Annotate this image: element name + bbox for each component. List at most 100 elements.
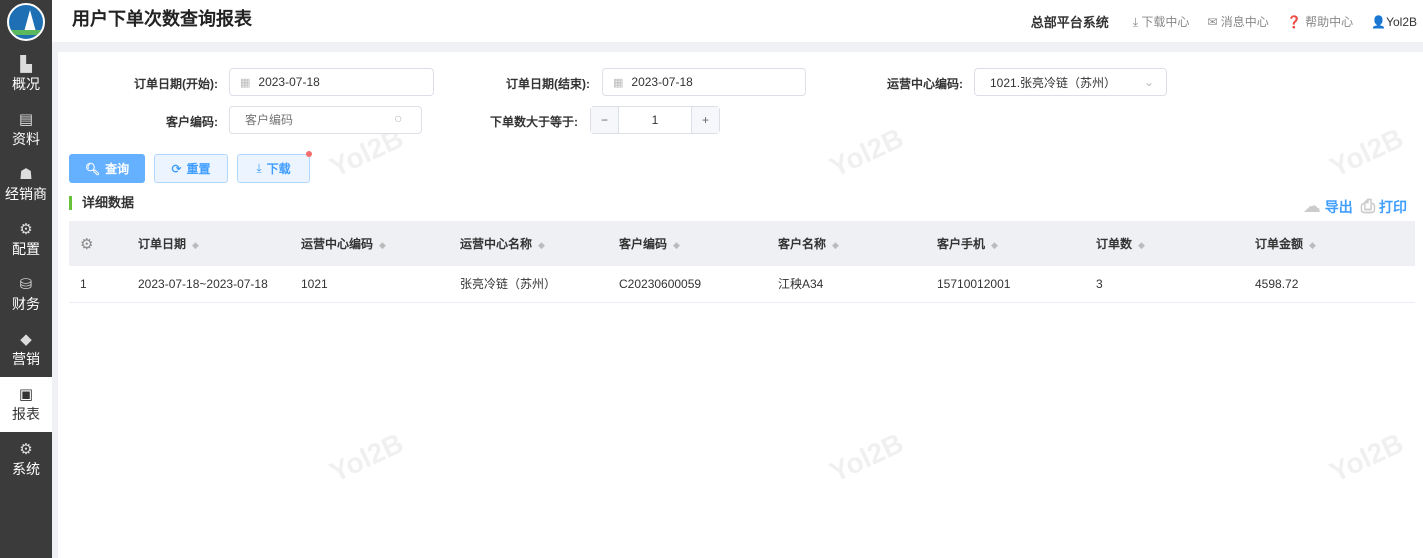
- table-header: ⚙ 订单日期 ◆ 运营中心编码 ◆ 运营中心名称 ◆ 客户编码 ◆ 客户名称 ◆ 客户手机…: [69, 221, 1415, 266]
- nav-label: 财务: [12, 295, 40, 312]
- nav-label: 配置: [12, 240, 40, 257]
- message-center-link[interactable]: ✉ 消息中心: [1207, 13, 1268, 30]
- help-center-link[interactable]: ❓ 帮助中心: [1287, 13, 1353, 30]
- cell-customer-phone: 15710012001: [937, 266, 1096, 303]
- watermark: Yol2B: [824, 427, 909, 488]
- query-button[interactable]: 🔍︎ 查询: [69, 154, 145, 183]
- user-icon: 👤: [1371, 14, 1387, 29]
- sort-icon: ◆: [832, 240, 839, 250]
- help-center-label: 帮助中心: [1305, 15, 1354, 29]
- dealer-icon: ☗: [19, 165, 33, 183]
- sidebar: ▙ 概况 ▤ 资料 ☗ 经销商 ⚙ 配置 ⛁ 财务 ◆ 营销 ▣ 报表 ⚙ 系统: [0, 0, 52, 558]
- column-header[interactable]: 订单数 ◆: [1096, 221, 1255, 266]
- sidebar-item-dealer[interactable]: ☗ 经销商: [0, 157, 52, 212]
- chevron-down-icon: ⌄: [1143, 75, 1154, 89]
- column-header[interactable]: 客户名称 ◆: [778, 221, 937, 266]
- cloud-download-icon: ☁: [1302, 196, 1321, 216]
- building-icon: ▙: [20, 55, 32, 73]
- cell-customer-code: C20230600059: [619, 266, 778, 303]
- column-header[interactable]: 运营中心编码 ◆: [301, 221, 460, 266]
- system-name: 总部平台系统: [1030, 15, 1109, 30]
- cell-order-count: 3: [1096, 266, 1255, 303]
- nav-label: 资料: [12, 130, 40, 147]
- chart-icon: ▣: [18, 385, 34, 403]
- nav-label: 营销: [12, 350, 40, 367]
- start-date-input[interactable]: ▦ 2023-07-18: [229, 68, 434, 96]
- print-label: 打印: [1379, 199, 1407, 215]
- center-code-select[interactable]: 1021.张亮冷链（苏州） ⌄: [974, 68, 1167, 96]
- search-icon: ○: [394, 110, 403, 126]
- reset-label: 重置: [186, 162, 211, 176]
- sidebar-item-finance[interactable]: ⛁ 财务: [0, 267, 52, 322]
- download-button[interactable]: ⤓ 下载: [237, 151, 312, 183]
- message-center-label: 消息中心: [1220, 15, 1269, 29]
- column-header[interactable]: 订单日期 ◆: [138, 221, 301, 266]
- column-header[interactable]: 客户编码 ◆: [619, 221, 778, 266]
- column-header[interactable]: 订单金额 ◆: [1255, 221, 1415, 266]
- cell-customer-name: 江秧A34: [778, 266, 937, 303]
- sidebar-item-data[interactable]: ▤ 资料: [0, 102, 52, 157]
- reset-button[interactable]: ⟳ 重置: [154, 154, 228, 183]
- column-header[interactable]: 运营中心名称 ◆: [460, 221, 619, 266]
- settings-icon[interactable]: ⚙: [69, 221, 138, 266]
- sidebar-item-marketing[interactable]: ◆ 营销: [0, 322, 52, 377]
- nav-label: 概况: [12, 75, 40, 92]
- sort-icon: ◆: [538, 240, 545, 250]
- sidebar-item-system[interactable]: ⚙ 系统: [0, 432, 52, 487]
- download-center-link[interactable]: ⤓ 下载中心: [1133, 13, 1190, 30]
- help-icon: ❓: [1286, 15, 1302, 29]
- search-icon: 🔍︎: [84, 161, 101, 176]
- cell-order-date: 2023-07-18~2023-07-18: [138, 266, 301, 303]
- order-count-stepper[interactable]: − 1 +: [590, 106, 720, 134]
- column-header[interactable]: 客户手机 ◆: [937, 221, 1096, 266]
- sort-icon: ◆: [1138, 240, 1145, 250]
- mail-icon: ✉: [1207, 15, 1218, 29]
- table-row[interactable]: 1 2023-07-18~2023-07-18 1021 张亮冷链（苏州） C2…: [69, 266, 1415, 303]
- center-code-value: 1021.张亮冷链（苏州）: [990, 75, 1117, 90]
- sidebar-item-reports[interactable]: ▣ 报表: [0, 377, 52, 432]
- sort-icon: ◆: [379, 240, 386, 250]
- section-title: 详细数据: [69, 196, 134, 210]
- start-date-value: 2023-07-18: [258, 75, 320, 89]
- increment-button[interactable]: +: [691, 107, 719, 133]
- end-date-value: 2023-07-18: [631, 75, 693, 89]
- tag-icon: ◆: [20, 330, 32, 348]
- finance-icon: ⛁: [19, 275, 33, 293]
- refresh-icon: ⟳: [171, 161, 182, 176]
- watermark: Yol2B: [324, 427, 409, 488]
- download-center-label: 下载中心: [1141, 15, 1190, 29]
- document-icon: ▤: [18, 110, 34, 128]
- cell-order-amount: 4598.72: [1255, 266, 1415, 303]
- order-count-label: 下单数大于等于:: [490, 115, 578, 129]
- export-label: 导出: [1324, 199, 1353, 215]
- gears-icon: ⚙: [19, 440, 33, 458]
- print-button[interactable]: ⎙ 打印: [1361, 196, 1407, 217]
- calendar-icon: ▦: [240, 76, 251, 89]
- user-menu[interactable]: 👤Yol2B: [1371, 15, 1417, 29]
- sidebar-item-config[interactable]: ⚙ 配置: [0, 212, 52, 267]
- watermark: Yol2B: [1324, 122, 1409, 183]
- logo: [7, 3, 45, 41]
- decrement-button[interactable]: −: [591, 107, 619, 133]
- query-label: 查询: [105, 162, 130, 176]
- sort-icon: ◆: [991, 240, 998, 250]
- data-table: ⚙ 订单日期 ◆ 运营中心编码 ◆ 运营中心名称 ◆ 客户编码 ◆ 客户名称 ◆ 客户手机…: [69, 221, 1415, 303]
- nav-label: 经销商: [5, 185, 47, 202]
- export-button[interactable]: ☁ 导出: [1303, 196, 1353, 217]
- sidebar-item-overview[interactable]: ▙ 概况: [0, 47, 52, 102]
- watermark: Yol2B: [824, 122, 909, 183]
- order-count-value[interactable]: 1: [619, 113, 691, 127]
- cell-center-code: 1021: [301, 266, 460, 303]
- download-label: 下载: [266, 162, 291, 176]
- sort-icon: ◆: [192, 240, 199, 250]
- sort-icon: ◆: [1309, 240, 1316, 250]
- download-icon: ⤓: [1132, 15, 1139, 29]
- download-icon: ⤓: [256, 161, 262, 175]
- row-index: 1: [69, 266, 138, 303]
- end-date-label: 订单日期(结束):: [506, 77, 590, 91]
- header: 用户下单次数查询报表 总部平台系统 ⤓ 下载中心 ✉ 消息中心 ❓ 帮助中心 👤…: [52, 0, 1423, 42]
- nav-label: 报表: [12, 405, 40, 422]
- end-date-input[interactable]: ▦ 2023-07-18: [602, 68, 806, 96]
- calendar-icon: ▦: [613, 76, 624, 89]
- sort-icon: ◆: [673, 240, 680, 250]
